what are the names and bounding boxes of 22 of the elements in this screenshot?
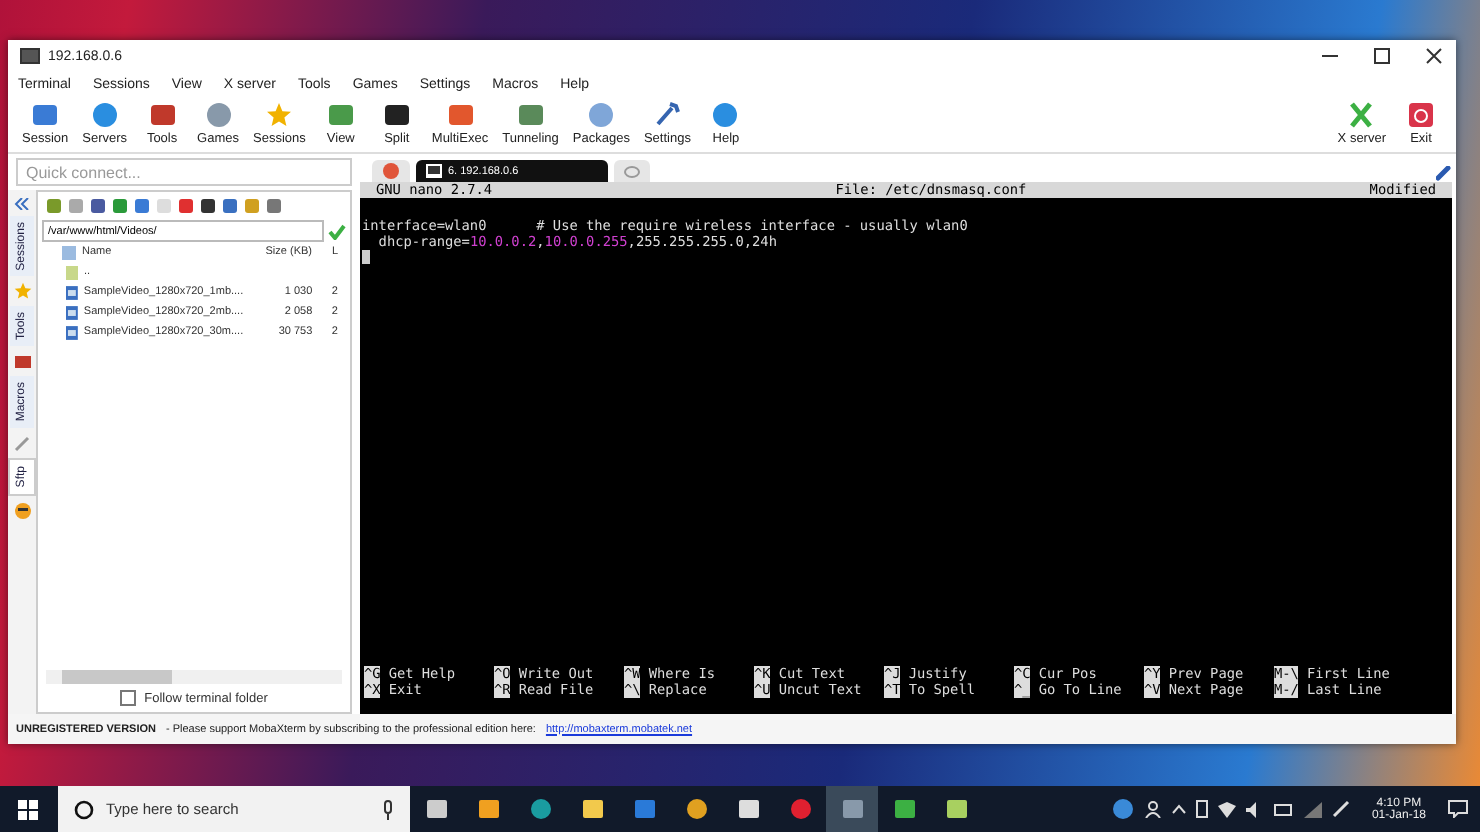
battery-icon[interactable] bbox=[1273, 803, 1294, 815]
pen-icon[interactable] bbox=[1331, 800, 1350, 818]
maximize-icon[interactable] bbox=[1372, 46, 1392, 66]
new-tab[interactable] bbox=[614, 160, 651, 182]
microphone-icon bbox=[382, 799, 394, 819]
windows-logo-icon[interactable] bbox=[18, 799, 38, 819]
terminal[interactable] bbox=[360, 182, 1452, 714]
checkmark-icon[interactable] bbox=[328, 223, 346, 239]
home-tab[interactable] bbox=[372, 160, 410, 182]
network-icon[interactable] bbox=[1303, 801, 1322, 817]
text-cursor bbox=[362, 250, 370, 264]
power-icon bbox=[1408, 102, 1434, 128]
chevron-up-icon[interactable] bbox=[1171, 804, 1186, 814]
people-icon[interactable] bbox=[1143, 800, 1162, 818]
horizontal-scrollbar[interactable] bbox=[46, 670, 342, 684]
close-icon[interactable] bbox=[1424, 46, 1444, 66]
star-icon bbox=[266, 102, 293, 128]
quick-connect-field[interactable]: Quick connect... bbox=[16, 158, 352, 186]
notification-icon[interactable] bbox=[1448, 800, 1468, 818]
x-mark-icon bbox=[1348, 102, 1375, 128]
collapse-icon[interactable] bbox=[14, 198, 30, 210]
star-icon bbox=[13, 282, 31, 301]
